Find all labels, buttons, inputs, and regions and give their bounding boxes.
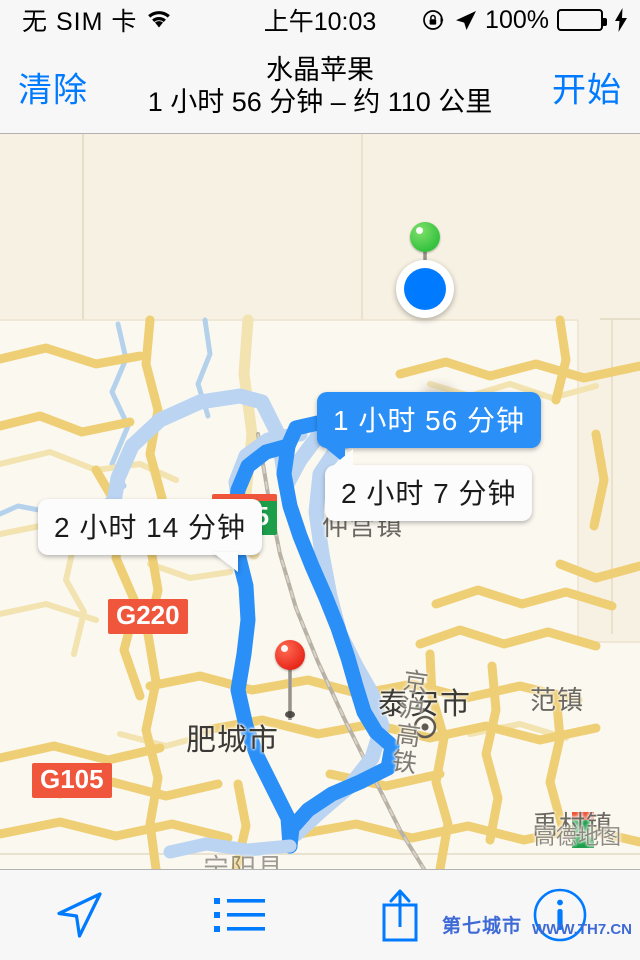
route-callout-alt-2-label: 2 小时 7 分钟 xyxy=(341,478,517,509)
clear-button[interactable]: 清除 xyxy=(18,62,88,111)
route-callout-selected[interactable]: 1 小时 56 分钟 xyxy=(317,392,542,464)
highway-shield-g220[interactable]: G220 xyxy=(108,599,188,634)
rotation-lock-icon xyxy=(422,8,446,32)
route-summary: 水晶苹果 1 小时 56 分钟 – 约 110 公里 xyxy=(100,54,540,120)
start-button[interactable]: 开始 xyxy=(552,62,622,111)
list-icon xyxy=(214,895,266,935)
bottom-toolbar xyxy=(0,869,640,960)
navigation-bar: 清除 水晶苹果 1 小时 56 分钟 – 约 110 公里 开始 xyxy=(0,40,640,134)
callout-tail xyxy=(329,449,353,469)
highway-marker-right xyxy=(572,812,594,848)
callout-tail xyxy=(212,552,239,572)
info-icon xyxy=(532,887,588,943)
highway-shield-g105[interactable]: G105 xyxy=(32,763,112,798)
lightning-bolt-icon xyxy=(611,8,628,32)
location-arrow-icon xyxy=(54,889,106,941)
status-bar-right: 100% xyxy=(422,6,628,35)
location-arrow-icon xyxy=(454,9,477,32)
share-icon xyxy=(378,887,422,943)
map-view[interactable]: G35 G220 G105 仲宫镇 泰安市 肥城市 范镇 汶阳镇 禹村镇 宁阳县… xyxy=(0,134,640,869)
battery-percent-label: 100% xyxy=(485,5,549,34)
route-duration-distance: 1 小时 56 分钟 – 约 110 公里 xyxy=(147,87,493,118)
route-list-button[interactable] xyxy=(160,870,320,960)
route-callout-alt-2[interactable]: 2 小时 7 分钟 xyxy=(325,449,533,521)
share-button[interactable] xyxy=(320,870,480,960)
route-callout-alt-1-label: 2 小时 14 分钟 xyxy=(54,512,247,543)
page-title: 水晶苹果 xyxy=(266,54,374,85)
route-callout-alt-1[interactable]: 2 小时 14 分钟 xyxy=(38,499,263,572)
route-callout-selected-label: 1 小时 56 分钟 xyxy=(333,405,526,436)
info-button[interactable] xyxy=(480,870,640,960)
maps-app-screen: 无 SIM 卡 上午10:03 100% 清除 水晶苹果 1 小时 56 分钟 … xyxy=(0,0,640,960)
status-bar: 无 SIM 卡 上午10:03 100% xyxy=(0,0,640,40)
directions-button[interactable] xyxy=(0,870,160,960)
user-location-dot xyxy=(396,260,454,318)
battery-icon xyxy=(557,9,607,31)
